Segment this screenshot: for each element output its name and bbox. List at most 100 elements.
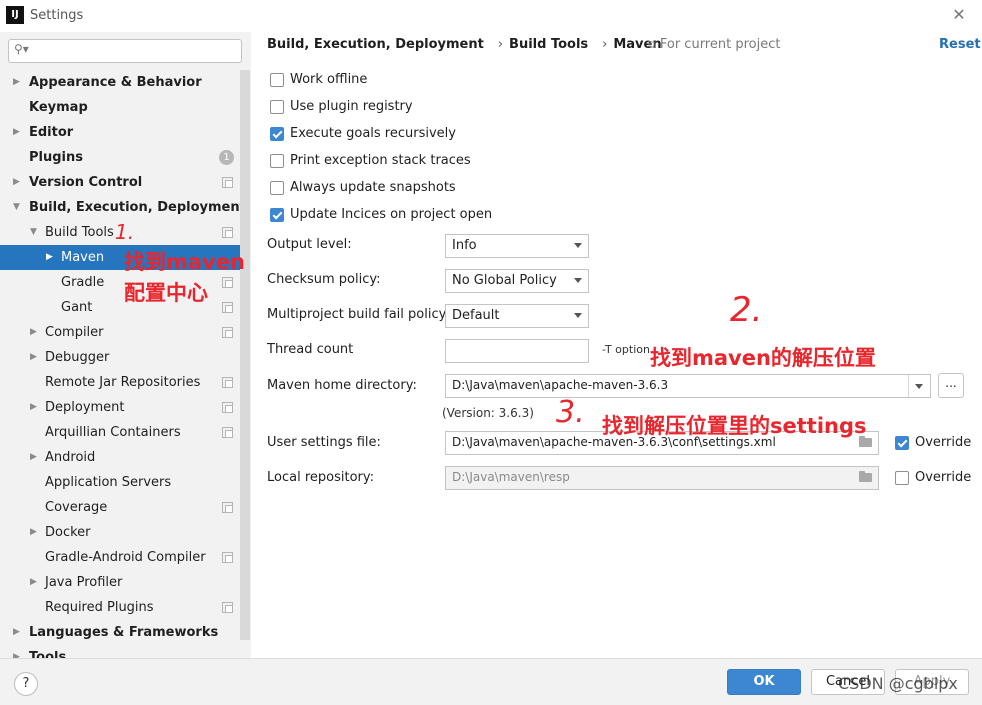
- work-offline-checkbox[interactable]: [270, 73, 284, 87]
- sidebar-item-label: Languages & Frameworks: [29, 625, 219, 640]
- expand-arrow-icon[interactable]: ▶: [30, 395, 40, 420]
- sidebar-item-label: Deployment: [45, 400, 125, 415]
- maven-home-select[interactable]: D:\Java\maven\apache-maven-3.6.3: [445, 374, 931, 398]
- sidebar-item-build-execution-deployment[interactable]: ▼ Build, Execution, Deployment: [0, 195, 246, 220]
- sidebar-item-coverage[interactable]: Coverage: [0, 495, 240, 520]
- dropdown-arrow-icon: [574, 243, 582, 248]
- sidebar-item-android[interactable]: ▶ Android: [0, 445, 240, 470]
- ok-button[interactable]: OK: [727, 669, 801, 695]
- expand-arrow-icon[interactable]: ▶: [30, 570, 40, 595]
- use-plugin-registry-checkbox[interactable]: [270, 100, 284, 114]
- expand-arrow-icon[interactable]: ▶: [13, 620, 23, 645]
- sidebar-item-label: Maven: [61, 250, 105, 265]
- sidebar-item-label: Plugins: [29, 150, 83, 165]
- local-repository-override-label: Override: [915, 470, 972, 485]
- dropdown-arrow-icon[interactable]: [915, 384, 923, 389]
- sidebar-item-keymap[interactable]: Keymap: [0, 95, 240, 120]
- sidebar-item-label: Build, Execution, Deployment: [29, 200, 246, 215]
- collapse-arrow-icon[interactable]: ▼: [13, 195, 23, 220]
- sidebar-item-tools[interactable]: ▶ Tools: [0, 645, 240, 658]
- sidebar-item-label: Coverage: [45, 500, 108, 515]
- expand-arrow-icon[interactable]: ▶: [13, 645, 23, 658]
- expand-arrow-icon[interactable]: ▶: [13, 70, 23, 95]
- browse-button[interactable]: ...: [938, 373, 964, 398]
- print-exception-stack-traces-checkbox[interactable]: [270, 154, 284, 168]
- thread-count-input[interactable]: [445, 339, 589, 363]
- sidebar-item-label: Java Profiler: [45, 575, 123, 590]
- sidebar-item-debugger[interactable]: ▶ Debugger: [0, 345, 240, 370]
- multiproject-policy-select[interactable]: Default: [445, 304, 589, 328]
- sidebar-item-application-servers[interactable]: Application Servers: [0, 470, 240, 495]
- search-input[interactable]: ⚲▾: [8, 39, 242, 63]
- project-scope-icon: [222, 177, 233, 188]
- sidebar-item-gradle-android-compiler[interactable]: Gradle-Android Compiler: [0, 545, 240, 570]
- sidebar-item-required-plugins[interactable]: Required Plugins: [0, 595, 240, 620]
- plugins-update-badge: 1: [219, 150, 234, 165]
- output-level-label: Output level:: [267, 237, 352, 252]
- project-scope-icon: [222, 377, 233, 388]
- project-scope-icon: [222, 602, 233, 613]
- folder-icon[interactable]: [859, 471, 872, 482]
- sidebar-item-languages-frameworks[interactable]: ▶ Languages & Frameworks: [0, 620, 240, 645]
- always-update-snapshots-label: Always update snapshots: [290, 180, 456, 195]
- scope-text: For current project: [659, 37, 781, 52]
- sidebar-item-compiler[interactable]: ▶ Compiler: [0, 320, 240, 345]
- expand-arrow-icon[interactable]: ▶: [46, 245, 56, 270]
- maven-version-label: (Version: 3.6.3): [442, 406, 534, 420]
- breadcrumb-item-build-execution-deployment[interactable]: Build, Execution, Deployment: [267, 37, 484, 52]
- dialog-footer: ? OK Cancel Apply: [0, 658, 982, 705]
- output-level-select[interactable]: Info: [445, 234, 589, 258]
- use-plugin-registry-label: Use plugin registry: [290, 99, 413, 114]
- expand-arrow-icon[interactable]: ▶: [13, 170, 23, 195]
- sidebar-scrollbar[interactable]: [240, 70, 250, 640]
- help-icon[interactable]: ?: [14, 672, 38, 696]
- sidebar-item-appearance-behavior[interactable]: ▶ Appearance & Behavior: [0, 70, 240, 95]
- update-indices-checkbox[interactable]: [270, 208, 284, 222]
- reset-link[interactable]: Reset: [939, 37, 981, 52]
- sidebar-item-remote-jar-repositories[interactable]: Remote Jar Repositories: [0, 370, 240, 395]
- project-scope-icon: [222, 552, 233, 563]
- collapse-arrow-icon[interactable]: ▼: [30, 220, 40, 245]
- window-title: Settings: [30, 8, 84, 23]
- sidebar-item-label: Android: [45, 450, 96, 465]
- sidebar-item-plugins[interactable]: Plugins 1: [0, 145, 240, 170]
- user-settings-override-checkbox[interactable]: [895, 436, 909, 450]
- maven-home-label: Maven home directory:: [267, 378, 417, 393]
- expand-arrow-icon[interactable]: ▶: [13, 120, 23, 145]
- sidebar-item-label: Version Control: [29, 175, 143, 190]
- sidebar-item-label: Compiler: [45, 325, 104, 340]
- sidebar-item-java-profiler[interactable]: ▶ Java Profiler: [0, 570, 240, 595]
- checksum-policy-select[interactable]: No Global Policy: [445, 269, 589, 293]
- scope-label: ⧉ For current project: [648, 37, 780, 52]
- local-repository-input[interactable]: D:\Java\maven\resp: [445, 466, 879, 490]
- expand-arrow-icon[interactable]: ▶: [30, 345, 40, 370]
- annotation-number-1: 1.: [115, 220, 135, 244]
- user-settings-override-label: Override: [915, 435, 972, 450]
- project-scope-icon: [222, 327, 233, 338]
- execute-goals-recursively-checkbox[interactable]: [270, 127, 284, 141]
- annotation-text-1a: 找到maven: [124, 250, 245, 274]
- breadcrumb-item-build-tools[interactable]: Build Tools: [509, 37, 588, 52]
- sidebar-item-deployment[interactable]: ▶ Deployment: [0, 395, 240, 420]
- dropdown-arrow-icon: [574, 278, 582, 283]
- expand-arrow-icon[interactable]: ▶: [30, 320, 40, 345]
- local-repository-override-checkbox[interactable]: [895, 471, 909, 485]
- expand-arrow-icon[interactable]: ▶: [30, 445, 40, 470]
- dropdown-arrow-icon: [574, 313, 582, 318]
- close-icon[interactable]: ✕: [946, 3, 972, 27]
- checksum-policy-value: No Global Policy: [452, 273, 557, 288]
- project-scope-icon: [222, 502, 233, 513]
- sidebar-item-label: Gant: [61, 300, 93, 315]
- sidebar-item-docker[interactable]: ▶ Docker: [0, 520, 240, 545]
- local-repository-value: D:\Java\maven\resp: [452, 470, 570, 484]
- sidebar-item-label: Remote Jar Repositories: [45, 375, 201, 390]
- expand-arrow-icon[interactable]: ▶: [30, 520, 40, 545]
- always-update-snapshots-checkbox[interactable]: [270, 181, 284, 195]
- title-bar: IJ Settings ✕: [0, 0, 982, 32]
- project-scope-icon: ⧉: [648, 38, 656, 51]
- sidebar-item-version-control[interactable]: ▶ Version Control: [0, 170, 240, 195]
- annotation-text-3: 找到解压位置里的settings: [602, 414, 867, 438]
- thread-count-label: Thread count: [267, 342, 354, 357]
- sidebar-item-arquillian-containers[interactable]: Arquillian Containers: [0, 420, 240, 445]
- sidebar-item-editor[interactable]: ▶ Editor: [0, 120, 240, 145]
